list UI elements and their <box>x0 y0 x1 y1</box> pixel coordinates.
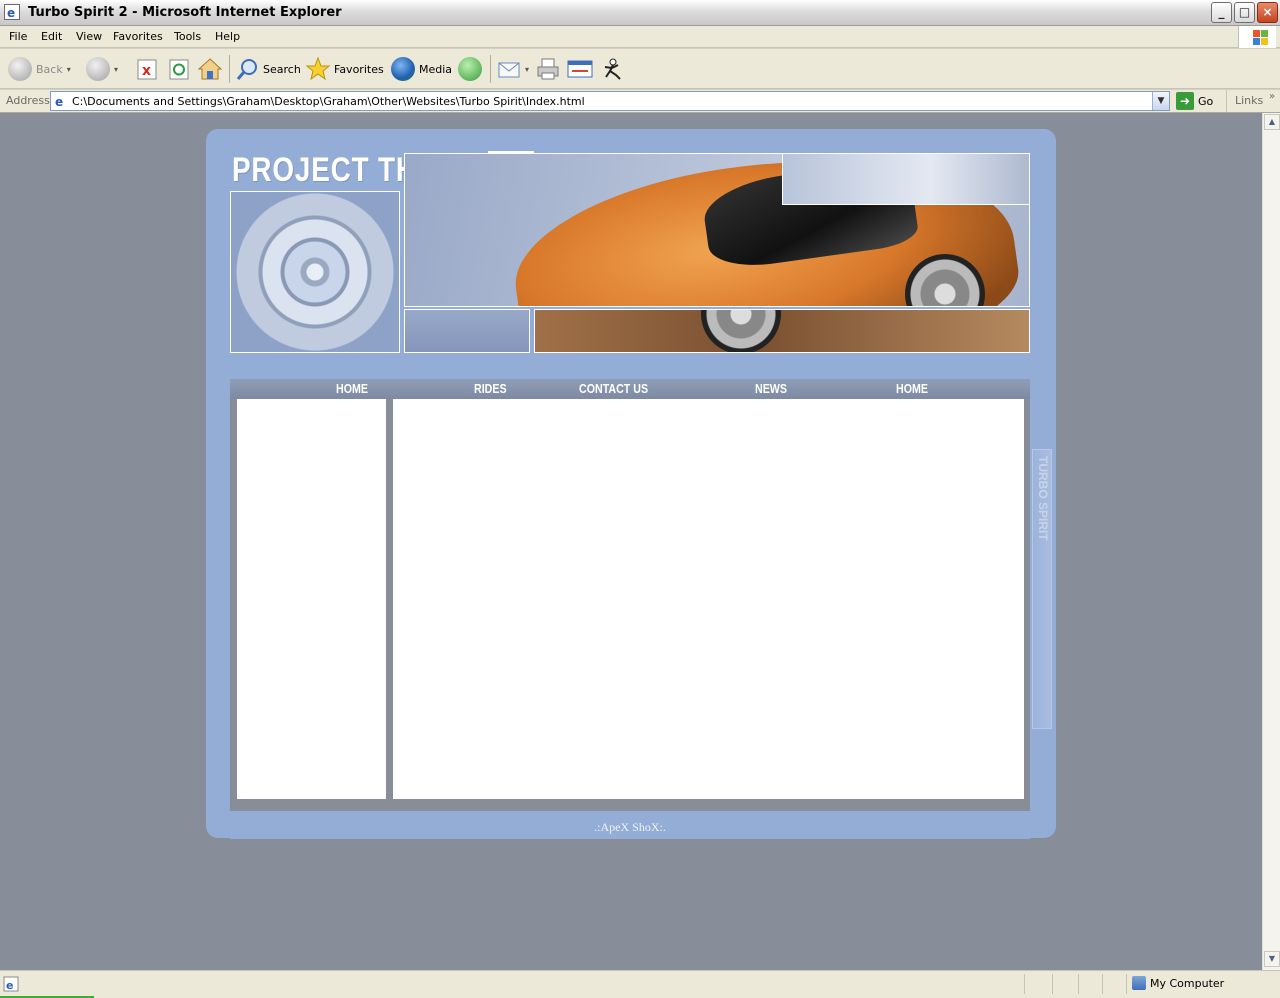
menu-tools[interactable]: Tools <box>174 30 201 43</box>
favorites-label: Favorites <box>334 62 384 76</box>
refresh-button[interactable] <box>168 55 190 83</box>
mail-icon <box>498 62 520 78</box>
forward-dropdown-icon[interactable]: ▾ <box>114 65 118 74</box>
print-button[interactable] <box>536 55 560 83</box>
nav-news[interactable]: NEWS <box>755 381 787 396</box>
links-label: Links <box>1235 94 1264 107</box>
sidebar-panel <box>237 399 386 799</box>
media-globe-icon <box>391 57 415 81</box>
menu-favorites[interactable]: Favorites <box>113 30 163 43</box>
svg-text:e: e <box>7 6 15 20</box>
car-wing-image <box>782 153 1030 205</box>
menu-file[interactable]: File <box>9 30 27 43</box>
main-content-panel <box>393 399 1024 799</box>
page-status-icon: e <box>3 976 19 992</box>
header-lower-left-image <box>404 309 530 353</box>
nav-contact-us[interactable]: CONTACT US <box>579 381 648 396</box>
back-button[interactable]: Back ▾ <box>8 55 71 83</box>
go-button[interactable]: ➜ Go <box>1176 92 1213 110</box>
mail-button[interactable]: ▾ <box>497 55 529 83</box>
footer-credit: .:ApeX ShoX:. <box>594 820 666 834</box>
status-divider <box>1052 974 1053 994</box>
header-lower-right-image <box>534 309 1030 353</box>
menu-bar: File Edit View Favorites Tools Help <box>0 26 1280 48</box>
back-label: Back <box>36 62 63 76</box>
standard-toolbar: Back ▾ ▾ x Search Favorites Media ▾ <box>0 49 1280 89</box>
edit-button[interactable] <box>567 55 593 83</box>
maximize-button[interactable]: □ <box>1234 2 1255 23</box>
status-divider <box>1024 974 1025 994</box>
home-icon <box>198 58 222 80</box>
zone-label: My Computer <box>1150 976 1225 990</box>
my-computer-icon <box>1132 976 1146 990</box>
history-icon <box>458 57 482 81</box>
windows-logo-icon <box>1238 26 1276 48</box>
messenger-button[interactable] <box>600 55 624 83</box>
home-button[interactable] <box>198 55 222 83</box>
media-label: Media <box>419 62 453 76</box>
favorites-star-icon <box>306 57 330 81</box>
go-label: Go <box>1198 94 1214 108</box>
turbo-image <box>230 191 400 353</box>
side-tab-label: TURBO SPIRIT <box>1036 456 1050 541</box>
vertical-scrollbar[interactable]: ▲ ▼ <box>1262 113 1280 970</box>
svg-text:e: e <box>55 95 63 108</box>
links-toolbar[interactable]: Links » <box>1226 90 1280 112</box>
scroll-up-icon[interactable]: ▲ <box>1264 114 1280 130</box>
nav-home-2[interactable]: HOME <box>896 381 928 396</box>
side-tab: TURBO SPIRIT <box>1032 449 1052 729</box>
toolbar-separator <box>490 55 491 83</box>
favorites-button[interactable]: Favorites <box>306 55 384 83</box>
messenger-icon <box>604 58 621 80</box>
content-area <box>230 399 1030 811</box>
history-button[interactable] <box>458 55 482 83</box>
go-arrow-icon: ➜ <box>1176 92 1194 110</box>
forward-button[interactable]: ▾ <box>86 55 118 83</box>
status-divider <box>1126 974 1127 994</box>
nav-rides[interactable]: RIDES <box>474 381 507 396</box>
nav-home[interactable]: HOME <box>336 381 368 396</box>
printer-icon <box>537 58 559 80</box>
window-title: Turbo Spirit 2 - Microsoft Internet Expl… <box>28 5 342 20</box>
security-zone: My Computer <box>1132 976 1224 990</box>
search-button[interactable]: Search <box>235 55 301 83</box>
address-value: C:\Documents and Settings\Graham\Desktop… <box>72 95 585 108</box>
page-viewport: PROJECT THUNDE R HOME RIDES CONTACT US N… <box>0 113 1262 970</box>
internet-explorer-icon: e <box>4 4 20 20</box>
status-divider <box>1078 974 1079 994</box>
title-bar: e Turbo Spirit 2 - Microsoft Internet Ex… <box>0 0 1280 26</box>
address-dropdown-icon[interactable]: ▼ <box>1152 92 1169 110</box>
site-footer: .:ApeX ShoX:. <box>230 815 1030 839</box>
chevron-right-icon[interactable]: » <box>1269 91 1275 102</box>
menu-edit[interactable]: Edit <box>41 30 62 43</box>
search-icon <box>236 59 257 80</box>
stop-icon: x <box>137 59 157 80</box>
search-label: Search <box>263 62 301 76</box>
status-bar: e My Computer <box>0 970 1280 998</box>
forward-arrow-icon <box>86 57 110 81</box>
car-front-wheel-shape <box>701 310 781 352</box>
page-icon: e <box>55 95 63 108</box>
toolbar-separator <box>229 55 230 83</box>
edit-page-icon <box>567 60 593 78</box>
site-frame: PROJECT THUNDE R HOME RIDES CONTACT US N… <box>206 129 1056 839</box>
menu-help[interactable]: Help <box>215 30 240 43</box>
stop-button[interactable]: x <box>136 55 158 83</box>
back-arrow-icon <box>8 57 32 81</box>
refresh-icon <box>169 59 189 80</box>
media-button[interactable]: Media <box>391 55 452 83</box>
address-bar: Address e C:\Documents and Settings\Grah… <box>0 90 1280 113</box>
close-button[interactable]: × <box>1257 2 1278 23</box>
back-dropdown-icon[interactable]: ▾ <box>67 65 71 74</box>
site-nav: HOME RIDES CONTACT US NEWS HOME <box>230 379 1030 399</box>
svg-text:e: e <box>6 979 13 992</box>
svg-text:x: x <box>142 63 151 79</box>
menu-view[interactable]: View <box>76 30 102 43</box>
address-input[interactable]: e C:\Documents and Settings\Graham\Deskt… <box>50 91 1170 111</box>
mail-dropdown-icon[interactable]: ▾ <box>525 65 529 74</box>
minimize-button[interactable]: _ <box>1211 2 1232 23</box>
status-divider <box>1102 974 1103 994</box>
scroll-down-icon[interactable]: ▼ <box>1264 951 1280 967</box>
address-label: Address <box>6 94 50 107</box>
